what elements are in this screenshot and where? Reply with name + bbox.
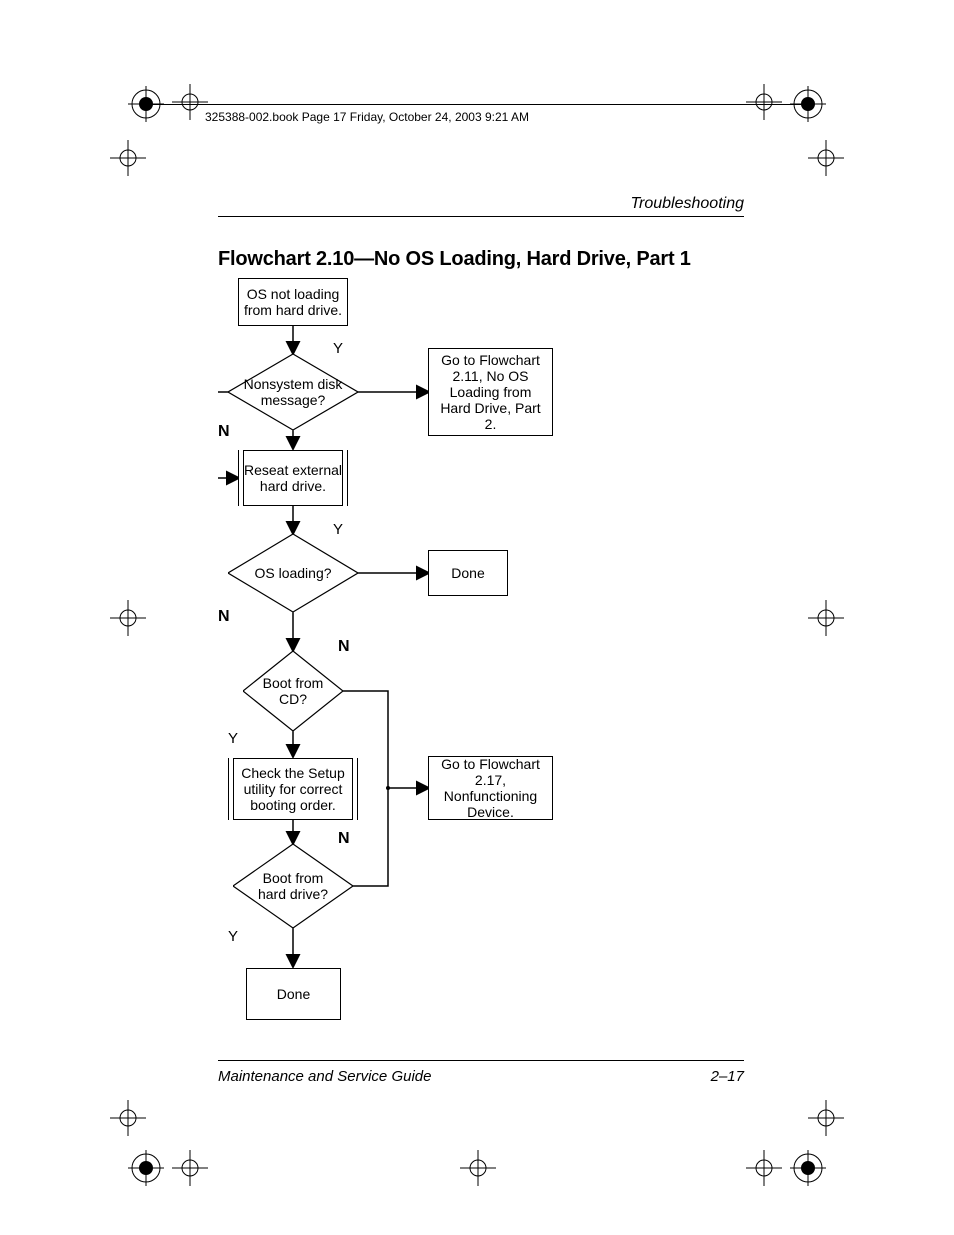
footer-left: Maintenance and Service Guide [218,1068,431,1085]
node-d4: Boot from hard drive? [233,844,353,928]
node-ref217: Go to Flowchart 2.17, Nonfunctioning Dev… [428,756,553,820]
page: 325388-002.book Page 17 Friday, October … [0,0,954,1235]
node-d3: Boot from CD? [243,651,343,731]
node-text: OS loading? [228,534,358,612]
crosshair-icon [808,140,844,181]
node-text: Done [451,565,484,581]
register-mark-icon [128,86,164,127]
node-text: Check the Setup utility for correct boot… [233,765,353,813]
register-mark-icon [790,1150,826,1191]
section-rule [218,216,744,217]
crosshair-icon [172,1150,208,1191]
edge-label-y: Y [228,928,238,945]
edge-label-n: N [338,830,350,848]
node-text: Reseat external hard drive. [243,462,343,494]
header-rule [150,104,804,105]
header-line: 325388-002.book Page 17 Friday, October … [205,110,529,124]
edge-label-n: N [218,423,230,441]
register-mark-icon [128,1150,164,1191]
crosshair-icon [808,600,844,641]
flowchart: OS not loading from hard drive. Nonsyste… [218,278,738,1058]
node-text: Done [277,986,310,1002]
page-title: Flowchart 2.10—No OS Loading, Hard Drive… [218,248,691,271]
crosshair-icon [460,1150,496,1191]
crosshair-icon [808,1100,844,1141]
section-heading: Troubleshooting [630,195,744,213]
edge-label-y: Y [228,730,238,747]
node-d1: Nonsystem disk message? [228,354,358,430]
node-text: Go to Flowchart 2.11, No OS Loading from… [433,352,548,432]
node-text: Go to Flowchart 2.17, Nonfunctioning Dev… [433,756,548,820]
crosshair-icon [110,1100,146,1141]
node-check: Check the Setup utility for correct boot… [228,758,358,820]
crosshair-icon [746,1150,782,1191]
node-text: OS not loading from hard drive. [243,286,343,318]
node-done2: Done [246,968,341,1020]
node-text: Boot from hard drive? [233,844,353,928]
register-mark-icon [790,86,826,127]
node-reseat: Reseat external hard drive. [238,450,348,506]
crosshair-icon [110,600,146,641]
node-ref211: Go to Flowchart 2.11, No OS Loading from… [428,348,553,436]
crosshair-icon [110,140,146,181]
edge-label-n: N [218,608,230,626]
edge-label-n: N [338,638,350,656]
footer-rule [218,1060,744,1061]
edge-label-y: Y [333,521,343,538]
edge-label-y: Y [333,340,343,357]
node-done1: Done [428,550,508,596]
node-d2: OS loading? [228,534,358,612]
node-text: Nonsystem disk message? [228,354,358,430]
node-text: Boot from CD? [243,651,343,731]
node-start: OS not loading from hard drive. [238,278,348,326]
footer-right: 2–17 [711,1068,744,1085]
